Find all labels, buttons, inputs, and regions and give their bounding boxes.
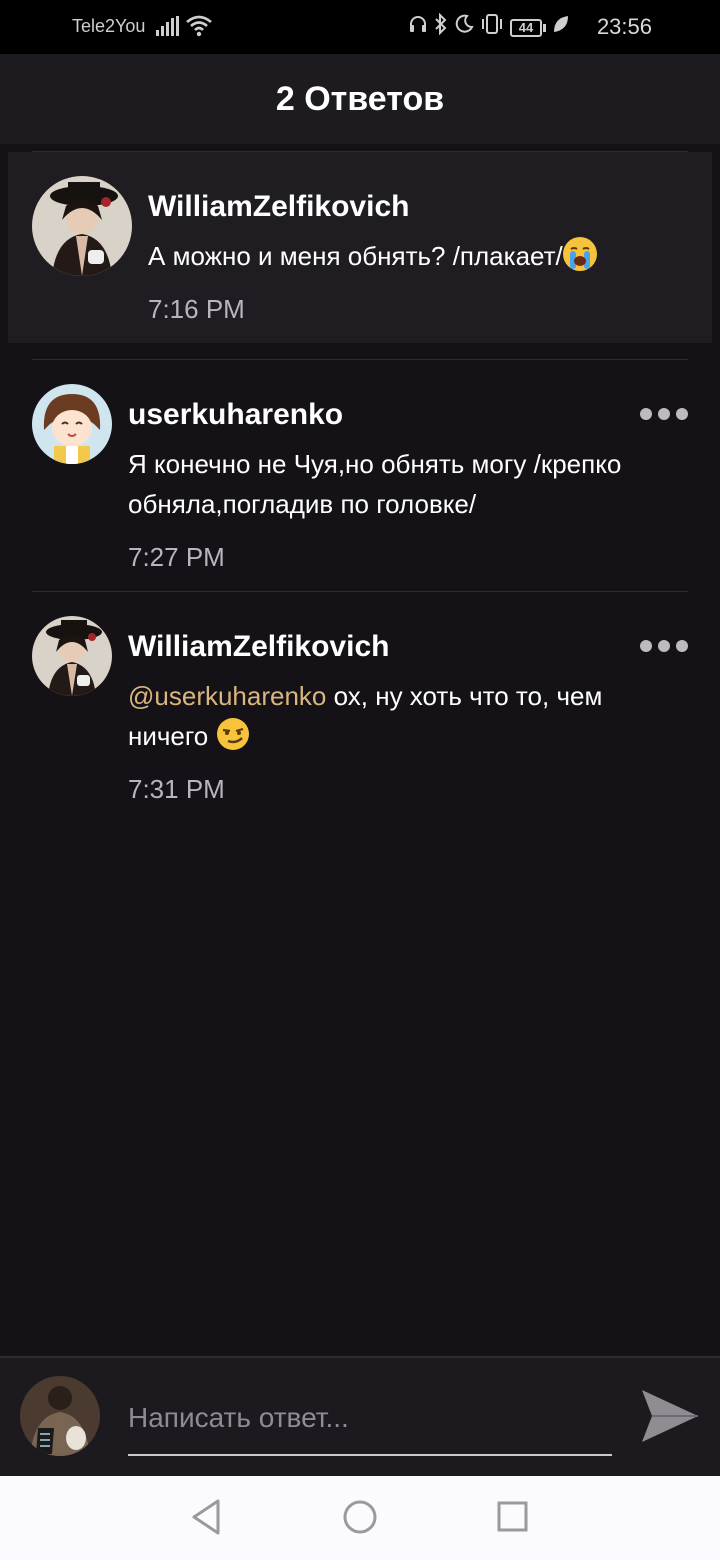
comment-author[interactable]: WilliamZelfikovich <box>148 190 409 224</box>
battery-level: 44 <box>510 18 542 37</box>
home-icon[interactable] <box>342 1498 378 1541</box>
battery-icon: 44 <box>510 18 546 37</box>
moon-icon <box>454 14 474 41</box>
comment-text: Я конечно не Чуя,но обнять могу /крепко … <box>128 449 622 519</box>
author-avatar[interactable] <box>32 384 112 464</box>
more-options-button[interactable] <box>640 640 688 652</box>
signal-icon <box>156 16 180 41</box>
more-options-button[interactable] <box>640 408 688 420</box>
current-user-avatar <box>20 1376 100 1456</box>
bluetooth-icon <box>434 12 448 42</box>
leaf-icon <box>552 14 570 41</box>
clock: 23:56 <box>596 14 652 39</box>
divider <box>32 359 688 360</box>
carrier-label: Tele2You <box>72 16 146 36</box>
crying-face-emoji <box>562 237 597 271</box>
author-avatar[interactable] <box>32 616 112 696</box>
wifi-icon <box>186 15 212 42</box>
reply-input[interactable]: Написать ответ... <box>128 1396 612 1456</box>
page-title: 2 Ответов <box>275 80 445 118</box>
recent-apps-icon[interactable] <box>496 1498 528 1541</box>
headphones-icon <box>408 14 428 41</box>
comment-time: 7:31 PM <box>128 774 225 804</box>
comment-time: 7:27 PM <box>128 542 225 572</box>
comment-author[interactable]: userkuharenko <box>128 398 343 432</box>
replies-header: 2 Ответов <box>0 54 720 144</box>
send-icon[interactable] <box>640 1388 700 1444</box>
smirking-face-emoji <box>216 717 250 751</box>
back-icon[interactable] <box>190 1498 222 1541</box>
user-mention[interactable]: @userkuharenko <box>128 681 326 711</box>
status-icons: 44 <box>408 12 570 42</box>
divider <box>32 591 688 592</box>
comment-time: 7:16 PM <box>148 294 245 324</box>
comment-text: @userkuharenko ох, ну хоть что то, чем н… <box>128 676 688 756</box>
vibrate-icon <box>480 13 504 42</box>
comment-body: А можно и меня обнять? /плакает/ <box>148 241 563 271</box>
reply-input-placeholder: Написать ответ... <box>128 1402 349 1433</box>
comment-author[interactable]: WilliamZelfikovich <box>128 630 389 664</box>
reply-composer: Написать ответ... <box>0 1356 720 1476</box>
comment-text: А можно и меня обнять? /плакает/ <box>148 236 688 276</box>
status-bar: Tele2You 44 23:56 <box>0 0 720 54</box>
author-avatar[interactable] <box>32 176 132 276</box>
system-nav-bar <box>0 1476 720 1560</box>
